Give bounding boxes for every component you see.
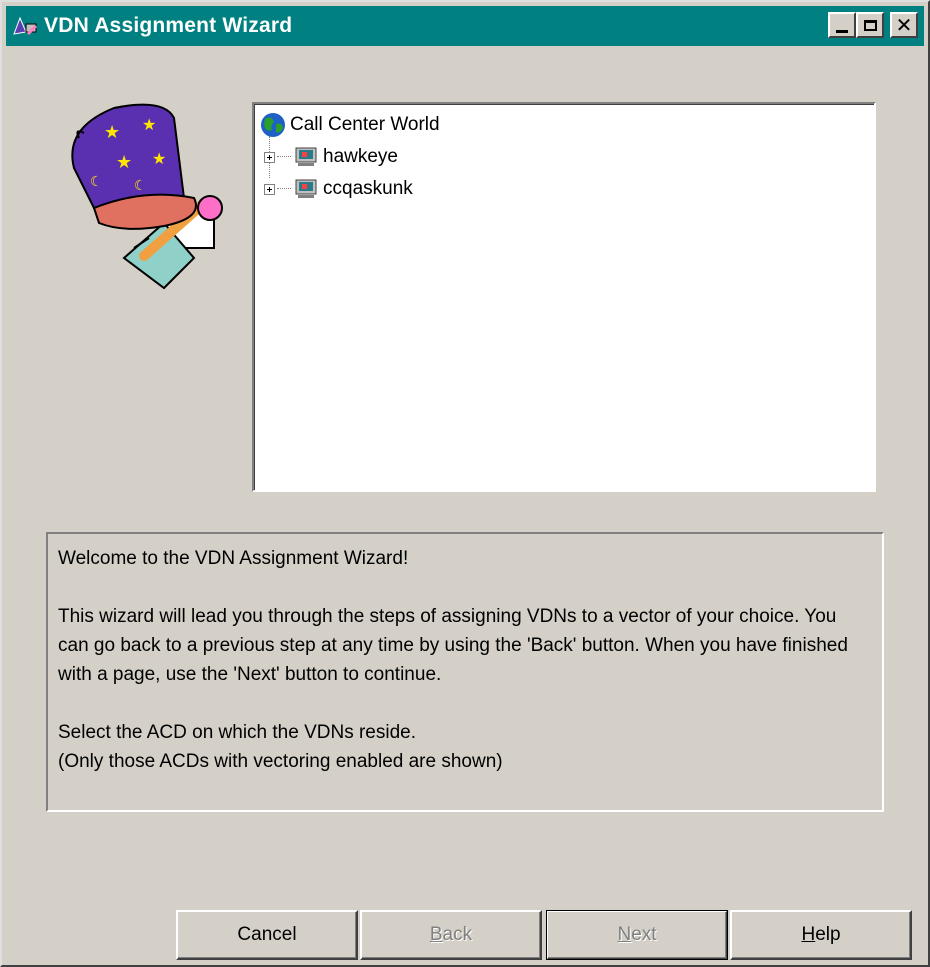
wizard-description-panel: Welcome to the VDN Assignment Wizard! Th… <box>46 532 884 812</box>
wizard-hat-illustration: ★ ★ ★ ★ ☾ ☾ <box>71 103 223 290</box>
next-button-label: ext <box>631 924 657 945</box>
back-button-label: ack <box>442 924 473 945</box>
vdn-assignment-wizard-window: VDN Assignment Wizard ✕ ★ ★ ★ ★ ☾ ☾ Call… <box>0 0 930 967</box>
cancel-button-label: Cancel <box>237 924 297 945</box>
help-button[interactable]: Help <box>730 910 912 960</box>
maximize-button[interactable] <box>856 12 884 38</box>
next-button-mnemonic: N <box>617 924 632 945</box>
acd-icon <box>295 179 317 198</box>
wizard-body-text: This wizard will lead you through the st… <box>58 606 848 685</box>
expand-plus-icon[interactable] <box>264 183 275 195</box>
close-button[interactable]: ✕ <box>890 12 918 38</box>
tree-node-label: ccqaskunk <box>323 178 413 199</box>
instruction-text: Select the ACD on which the VDNs reside. <box>58 722 417 743</box>
title-bar[interactable]: VDN Assignment Wizard ✕ <box>6 6 924 46</box>
minimize-icon <box>836 29 848 33</box>
wizard-app-icon <box>13 16 38 36</box>
back-button-mnemonic: B <box>429 924 443 945</box>
tree-node-label: Call Center World <box>290 114 440 135</box>
tree-connector <box>277 188 291 190</box>
acd-icon <box>295 147 317 166</box>
maximize-icon <box>863 19 877 31</box>
next-button[interactable]: Next <box>546 910 728 960</box>
globe-icon <box>261 113 285 137</box>
tree-node-hawkeye[interactable]: hawkeye <box>264 144 398 170</box>
note-text: (Only those ACDs with vectoring enabled … <box>58 751 503 772</box>
acd-tree-view[interactable]: Call Center World hawkeye ccqaskunk <box>252 102 876 492</box>
tree-node-call-center-world[interactable]: Call Center World <box>260 112 440 138</box>
tree-node-ccqaskunk[interactable]: ccqaskunk <box>264 176 413 202</box>
svg-text:★: ★ <box>116 152 132 172</box>
window-title: VDN Assignment Wizard <box>44 14 293 37</box>
svg-text:★: ★ <box>142 117 156 134</box>
tree-connector <box>277 156 291 158</box>
cancel-button[interactable]: Cancel <box>176 910 358 960</box>
back-button[interactable]: Back <box>360 910 542 960</box>
help-button-mnemonic: H <box>801 924 816 945</box>
help-button-label: elp <box>815 924 841 945</box>
svg-text:★: ★ <box>104 122 120 142</box>
expand-plus-icon[interactable] <box>264 151 275 163</box>
tree-node-label: hawkeye <box>323 146 398 167</box>
svg-text:☾: ☾ <box>134 177 147 193</box>
svg-text:★: ★ <box>152 151 166 168</box>
close-icon: ✕ <box>895 13 913 37</box>
minimize-button[interactable] <box>828 12 856 38</box>
svg-text:☾: ☾ <box>90 173 103 189</box>
welcome-text: Welcome to the VDN Assignment Wizard! <box>58 548 409 569</box>
